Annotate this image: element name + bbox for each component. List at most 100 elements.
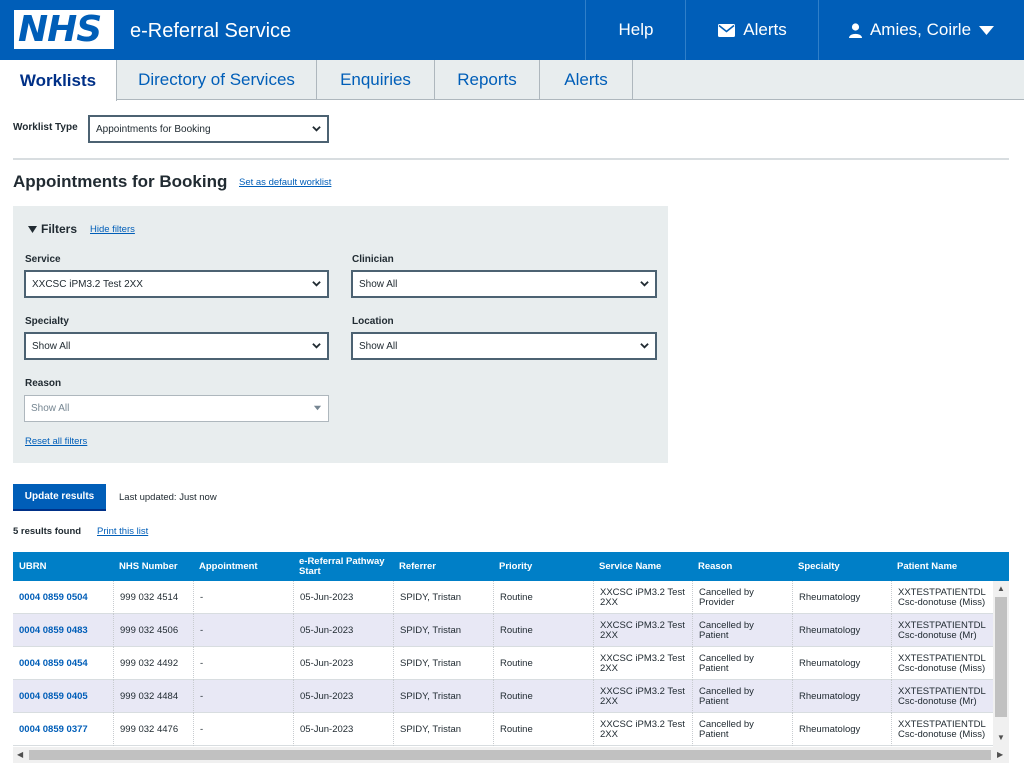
scroll-up-arrow-icon[interactable]: ▲ [997,584,1005,593]
reason-filter-value: Show All [31,403,70,414]
appointment-cell: - [193,614,293,647]
service-name-cell: XXCSC iPM3.2 Test 2XX [593,680,693,713]
horizontal-scrollbar[interactable]: ◀ ▶ [13,747,1009,763]
pathway-start-cell: 05-Jun-2023 [293,713,393,746]
location-filter-value: Show All [359,340,398,352]
print-list-link[interactable]: Print this list [97,526,148,537]
specialty-cell: Rheumatology [792,581,892,614]
column-header-nhs-number[interactable]: NHS Number [113,552,193,581]
filters-panel: Filters Hide filters Service XXCSC iPM3.… [13,206,668,463]
tab-directory-of-services[interactable]: Directory of Services [117,60,317,100]
location-filter-select[interactable]: Show All [351,332,657,360]
filters-toggle[interactable]: Filters [28,222,77,236]
scroll-right-arrow-icon[interactable]: ▶ [997,750,1003,759]
ubrn-link[interactable]: 0004 0859 0377 [13,713,113,746]
ubrn-link[interactable]: 0004 0859 0504 [13,581,113,614]
nhs-number-cell: 999 032 4484 [113,680,193,713]
tab-enquiries[interactable]: Enquiries [317,60,435,100]
chevron-down-icon [640,343,649,349]
page-title: Appointments for Booking [13,172,228,191]
ubrn-link[interactable]: 0004 0859 0405 [13,680,113,713]
nhs-logo[interactable]: NHS [14,9,114,50]
column-header-patient-name[interactable]: Patient Name [891,552,993,581]
nhs-number-cell: 999 032 4514 [113,581,193,614]
reason-cell: Cancelled by Patient [692,647,792,680]
column-header-service-name[interactable]: Service Name [593,552,693,581]
worklist-type-value: Appointments for Booking [96,123,211,135]
tab-reports[interactable]: Reports [435,60,540,100]
column-header-appointment[interactable]: Appointment [193,552,293,581]
service-name-cell: XXCSC iPM3.2 Test 2XX [593,713,693,746]
nhs-number-cell: 999 032 4492 [113,647,193,680]
chevron-down-icon [312,126,321,132]
table-row[interactable]: 0004 0859 0483 999 032 4506 - 05-Jun-202… [13,614,993,647]
results-count: 5 results found [13,526,82,537]
ubrn-link[interactable]: 0004 0859 0454 [13,647,113,680]
priority-cell: Routine [493,614,593,647]
clinician-filter-select[interactable]: Show All [351,270,657,298]
column-header-referrer[interactable]: Referrer [393,552,493,581]
user-menu-button[interactable]: Amies, Coirle [818,0,1024,60]
column-header-reason[interactable]: Reason [692,552,792,581]
chevron-down-icon [312,281,321,287]
table-row[interactable]: 0004 0859 0454 999 032 4492 - 05-Jun-202… [13,647,993,680]
service-name[interactable]: e-Referral Service [130,20,291,43]
reason-filter-select: Show All [24,395,329,422]
chevron-down-icon [312,343,321,349]
priority-cell: Routine [493,647,593,680]
alerts-button[interactable]: Alerts [685,0,819,60]
scroll-left-arrow-icon[interactable]: ◀ [17,750,23,759]
main-tabs: Worklists Directory of Services Enquirie… [0,60,1024,101]
pathway-start-cell: 05-Jun-2023 [293,647,393,680]
specialty-filter-label: Specialty [25,316,69,327]
service-name-cell: XXCSC iPM3.2 Test 2XX [593,647,693,680]
filters-title: Filters [41,222,78,236]
triangle-down-icon [28,225,37,233]
column-header-pathway-start[interactable]: e-Referral Pathway Start [293,552,393,581]
column-header-ubrn[interactable]: UBRN [13,552,113,581]
hide-filters-link[interactable]: Hide filters [90,224,135,235]
priority-cell: Routine [493,680,593,713]
clinician-filter-value: Show All [359,278,398,290]
service-name-cell: XXCSC iPM3.2 Test 2XX [593,581,693,614]
pathway-start-cell: 05-Jun-2023 [293,581,393,614]
specialty-filter-value: Show All [32,340,71,352]
reason-cell: Cancelled by Provider [692,581,792,614]
patient-name-cell: XXTESTPATIENTDL Csc-donotuse (Miss) [891,581,993,614]
table-row[interactable]: 0004 0859 0504 999 032 4514 - 05-Jun-202… [13,581,993,614]
specialty-cell: Rheumatology [792,713,892,746]
referrer-cell: SPIDY, Tristan [393,713,493,746]
set-default-worklist-link[interactable]: Set as default worklist [239,177,331,188]
last-updated-text: Last updated: Just now [119,492,217,503]
worklist-type-select[interactable]: Appointments for Booking [88,115,329,143]
column-header-specialty[interactable]: Specialty [792,552,892,581]
help-label: Help [618,20,654,39]
vertical-scrollbar[interactable]: ▲ ▼ [993,581,1009,747]
table-row[interactable]: 0004 0859 0405 999 032 4484 - 05-Jun-202… [13,680,993,713]
alerts-label: Alerts [743,20,787,39]
vertical-scroll-thumb[interactable] [995,597,1007,717]
table-header: UBRN NHS Number Appointment e-Referral P… [13,552,1009,581]
patient-name-cell: XXTESTPATIENTDL Csc-donotuse (Miss) [891,647,993,680]
pathway-start-cell: 05-Jun-2023 [293,680,393,713]
tab-worklists[interactable]: Worklists [0,60,117,101]
triangle-down-icon [313,405,322,411]
help-button[interactable]: Help [585,0,686,60]
column-header-priority[interactable]: Priority [493,552,593,581]
reset-filters-link[interactable]: Reset all filters [25,436,87,447]
service-filter-select[interactable]: XXCSC iPM3.2 Test 2XX [24,270,329,298]
update-results-button[interactable]: Update results [13,484,106,511]
scroll-down-arrow-icon[interactable]: ▼ [997,733,1005,742]
horizontal-scroll-thumb[interactable] [29,750,991,760]
patient-name-cell: XXTESTPATIENTDL Csc-donotuse (Mr) [891,680,993,713]
priority-cell: Routine [493,581,593,614]
tab-alerts[interactable]: Alerts [540,60,633,100]
ubrn-link[interactable]: 0004 0859 0483 [13,614,113,647]
patient-name-cell: XXTESTPATIENTDL Csc-donotuse (Miss) [891,713,993,746]
worklist-type-label: Worklist Type [13,122,78,133]
specialty-filter-select[interactable]: Show All [24,332,329,360]
site-header: NHS e-Referral Service Help Alerts Amies… [0,0,1024,60]
table-row[interactable]: 0004 0859 0377 999 032 4476 - 05-Jun-202… [13,713,993,746]
appointment-cell: - [193,713,293,746]
appointment-cell: - [193,581,293,614]
